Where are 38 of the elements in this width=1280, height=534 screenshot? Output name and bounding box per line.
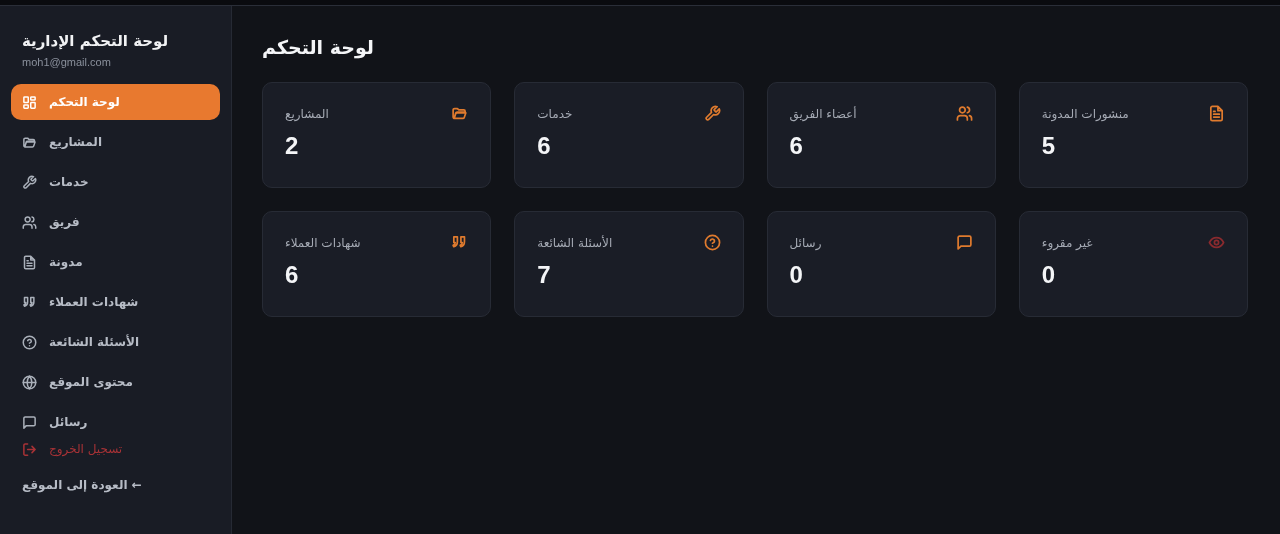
stat-label: غير مقروء bbox=[1041, 235, 1093, 250]
back-link[interactable]: ← العودة إلى الموقع bbox=[22, 478, 142, 492]
globe-icon bbox=[22, 374, 37, 390]
document-icon bbox=[22, 254, 37, 270]
sidebar-item[interactable]: المشاريع bbox=[11, 124, 220, 160]
stat-value: 5 bbox=[1041, 132, 1056, 160]
stat-value: 7 bbox=[537, 261, 551, 289]
wrench-icon bbox=[22, 174, 37, 190]
page-title: لوحة التحكم bbox=[262, 36, 374, 58]
sidebar-item[interactable]: مدونة bbox=[11, 244, 220, 280]
sidebar-item[interactable]: الأسئلة الشائعة bbox=[11, 324, 220, 360]
sidebar-item[interactable]: محتوى الموقع bbox=[11, 364, 220, 400]
stat-label: خدمات bbox=[537, 106, 573, 121]
stat-label: شهادات العملاء bbox=[285, 235, 361, 250]
grid-icon bbox=[22, 94, 37, 110]
users-icon bbox=[22, 214, 37, 230]
stat-value: 0 bbox=[789, 261, 803, 289]
stat-value: 6 bbox=[285, 261, 299, 289]
sidebar-item[interactable]: فريق bbox=[11, 204, 220, 240]
help-icon bbox=[22, 334, 37, 350]
stat-value: 6 bbox=[789, 132, 803, 160]
stat-value: 0 bbox=[1041, 261, 1056, 289]
sidebar-item[interactable]: خدمات bbox=[11, 164, 220, 200]
message-icon bbox=[22, 414, 37, 430]
quote-icon bbox=[22, 294, 37, 310]
stat-label: المشاريع bbox=[285, 106, 329, 121]
stat-label: الأسئلة الشائعة bbox=[537, 235, 613, 250]
sidebar-title: لوحة التحكم الإدارية bbox=[21, 32, 169, 50]
sidebar-item[interactable]: رسائل bbox=[11, 404, 220, 440]
folder-icon bbox=[22, 134, 37, 150]
logout-icon bbox=[22, 441, 37, 457]
stat-label: رسائل bbox=[789, 235, 822, 250]
stat-label: أعضاء الفريق bbox=[789, 106, 857, 121]
sidebar-item[interactable]: شهادات العملاء bbox=[11, 284, 220, 320]
stat-value: 2 bbox=[285, 132, 299, 160]
stat-label: منشورات المدونة bbox=[1041, 106, 1129, 121]
stat-value: 6 bbox=[537, 132, 551, 160]
user-email: moh1@gmail.com bbox=[21, 56, 111, 68]
